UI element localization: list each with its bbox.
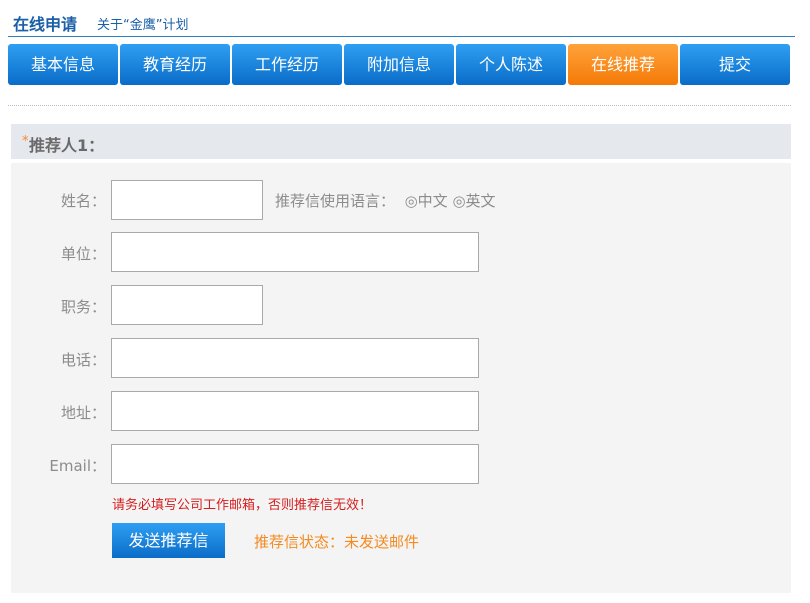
- recommender-section-header: * 推荐人1：: [11, 124, 791, 159]
- recommender-form: 姓名： 推荐信使用语言： ◎中文 ◎英文 单位： 职务： 电话： 地址： Ema…: [11, 163, 791, 593]
- position-input[interactable]: [111, 285, 263, 325]
- address-label: 地址：: [60, 404, 106, 422]
- language-radio-english[interactable]: ◎英文: [452, 192, 495, 210]
- language-radio-chinese[interactable]: ◎中文: [400, 192, 448, 210]
- phone-input[interactable]: [111, 338, 479, 378]
- step-tabs: 基本信息 教育经历 工作经历 附加信息 个人陈述 在线推荐 提交: [8, 44, 795, 85]
- phone-label: 电话：: [60, 351, 106, 369]
- tab-submit[interactable]: 提交: [680, 44, 790, 85]
- email-label: Email：: [49, 457, 106, 475]
- tab-additional-info[interactable]: 附加信息: [344, 44, 454, 85]
- unit-label: 单位：: [60, 245, 106, 263]
- language-label: 推荐信使用语言：: [275, 192, 396, 210]
- tab-basic-info[interactable]: 基本信息: [8, 44, 118, 85]
- page-header: 在线申请 关于“金鹰”计划: [8, 0, 795, 37]
- tab-online-recommendation[interactable]: 在线推荐: [568, 44, 678, 85]
- tab-work-experience[interactable]: 工作经历: [232, 44, 342, 85]
- dotted-divider: [8, 105, 791, 106]
- unit-input[interactable]: [111, 232, 479, 272]
- required-mark: *: [22, 134, 29, 149]
- address-input[interactable]: [111, 391, 479, 431]
- tab-personal-statement[interactable]: 个人陈述: [456, 44, 566, 85]
- page-title: 在线申请: [13, 15, 78, 34]
- email-warning: 请务必填写公司工作邮箱，否则推荐信无效！: [112, 498, 373, 513]
- email-input[interactable]: [111, 444, 479, 484]
- recommender-title: 推荐人1：: [29, 136, 105, 155]
- send-recommendation-button[interactable]: 发送推荐信: [112, 523, 225, 558]
- language-option-chinese-label: 中文: [417, 192, 448, 210]
- language-choice: 推荐信使用语言： ◎中文 ◎英文: [275, 190, 496, 211]
- tab-education[interactable]: 教育经历: [120, 44, 230, 85]
- name-label: 姓名：: [60, 192, 106, 210]
- about-program-link[interactable]: 关于“金鹰”计划: [97, 14, 188, 33]
- name-input[interactable]: [111, 180, 263, 220]
- language-option-english-label: 英文: [465, 192, 496, 210]
- position-label: 职务：: [60, 298, 106, 316]
- recommendation-status: 推荐信状态：未发送邮件: [254, 533, 420, 551]
